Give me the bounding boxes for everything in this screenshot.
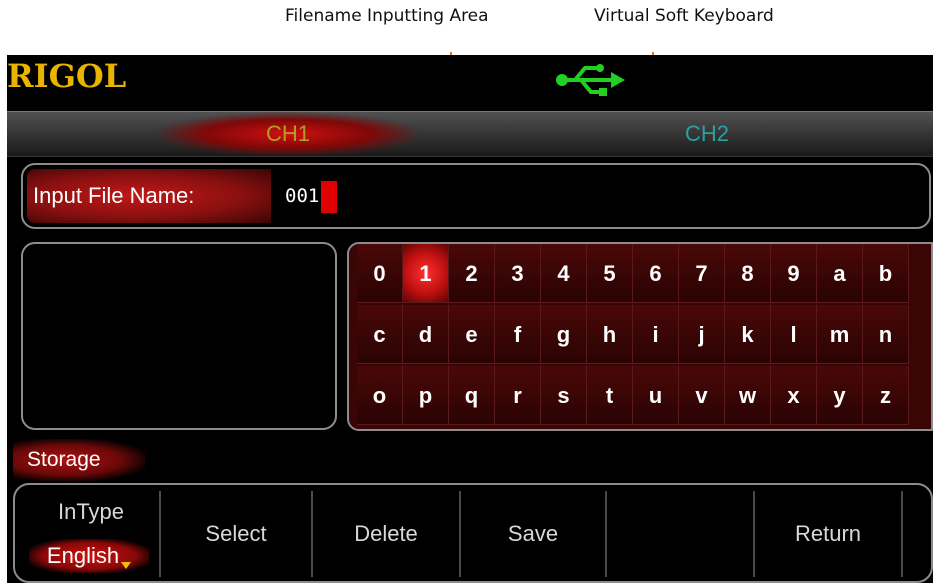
key-w[interactable]: w [725, 366, 771, 425]
key-v[interactable]: v [679, 366, 725, 425]
key-l[interactable]: l [771, 305, 817, 364]
key-6[interactable]: 6 [633, 244, 679, 303]
key-y[interactable]: y [817, 366, 863, 425]
keyboard-row-3: o p q r s t u v w x y z [357, 366, 931, 425]
softkey-save[interactable]: Save [461, 491, 607, 577]
tab-ch2[interactable]: CH2 [567, 112, 847, 156]
key-0[interactable]: 0 [357, 244, 403, 303]
channel-tabs: CH1 CH2 [7, 111, 933, 157]
key-t[interactable]: t [587, 366, 633, 425]
intype-label: InType [57, 499, 125, 524]
filename-input[interactable]: 001 [285, 169, 338, 223]
key-c[interactable]: c [357, 305, 403, 364]
virtual-soft-keyboard: 0 1 2 3 4 5 6 7 8 9 a b c d e f g h i j … [347, 242, 933, 431]
key-h[interactable]: h [587, 305, 633, 364]
device-screen: RIGOL CH1 CH2 Input File Name: 001 0 1 2… [7, 55, 933, 583]
key-k[interactable]: k [725, 305, 771, 364]
key-z[interactable]: z [863, 366, 909, 425]
softkey-bar: InType English Select Delete Save Return [13, 483, 933, 583]
key-q[interactable]: q [449, 366, 495, 425]
key-g[interactable]: g [541, 305, 587, 364]
key-e[interactable]: e [449, 305, 495, 364]
key-n[interactable]: n [863, 305, 909, 364]
softkey-return[interactable]: Return [755, 491, 903, 577]
tab-ch1[interactable]: CH1 [157, 112, 419, 156]
key-m[interactable]: m [817, 305, 863, 364]
filename-input-area: Input File Name: 001 [21, 163, 931, 229]
key-d[interactable]: d [403, 305, 449, 364]
key-j[interactable]: j [679, 305, 725, 364]
intype-value-container: English [29, 539, 149, 573]
key-s[interactable]: s [541, 366, 587, 425]
top-bar: RIGOL [7, 55, 933, 115]
key-5[interactable]: 5 [587, 244, 633, 303]
menu-title: Storage [13, 439, 145, 481]
annotation-soft-keyboard: Virtual Soft Keyboard [594, 6, 774, 26]
key-8[interactable]: 8 [725, 244, 771, 303]
rigol-logo: RIGOL [7, 57, 127, 95]
softkey-delete[interactable]: Delete [313, 491, 461, 577]
key-4[interactable]: 4 [541, 244, 587, 303]
key-7[interactable]: 7 [679, 244, 725, 303]
key-a[interactable]: a [817, 244, 863, 303]
softkey-select[interactable]: Select [161, 491, 313, 577]
key-b[interactable]: b [863, 244, 909, 303]
filename-value: 001 [285, 185, 320, 207]
filename-label: Input File Name: [27, 169, 271, 223]
key-9[interactable]: 9 [771, 244, 817, 303]
key-2[interactable]: 2 [449, 244, 495, 303]
key-u[interactable]: u [633, 366, 679, 425]
key-p[interactable]: p [403, 366, 449, 425]
softkey-empty[interactable] [607, 491, 755, 577]
key-f[interactable]: f [495, 305, 541, 364]
key-3[interactable]: 3 [495, 244, 541, 303]
key-o[interactable]: o [357, 366, 403, 425]
key-1[interactable]: 1 [403, 244, 449, 303]
key-x[interactable]: x [771, 366, 817, 425]
key-r[interactable]: r [495, 366, 541, 425]
file-browser-panel [21, 242, 337, 430]
key-i[interactable]: i [633, 305, 679, 364]
usb-icon [555, 63, 625, 101]
annotation-filename-area: Filename Inputting Area [285, 6, 489, 26]
intype-value: English [46, 543, 120, 568]
softkey-intype[interactable]: InType English [23, 491, 161, 577]
text-cursor [321, 180, 338, 213]
keyboard-row-2: c d e f g h i j k l m n [357, 305, 931, 364]
dropdown-caret-icon [121, 562, 132, 569]
keyboard-row-1: 0 1 2 3 4 5 6 7 8 9 a b [357, 244, 931, 303]
